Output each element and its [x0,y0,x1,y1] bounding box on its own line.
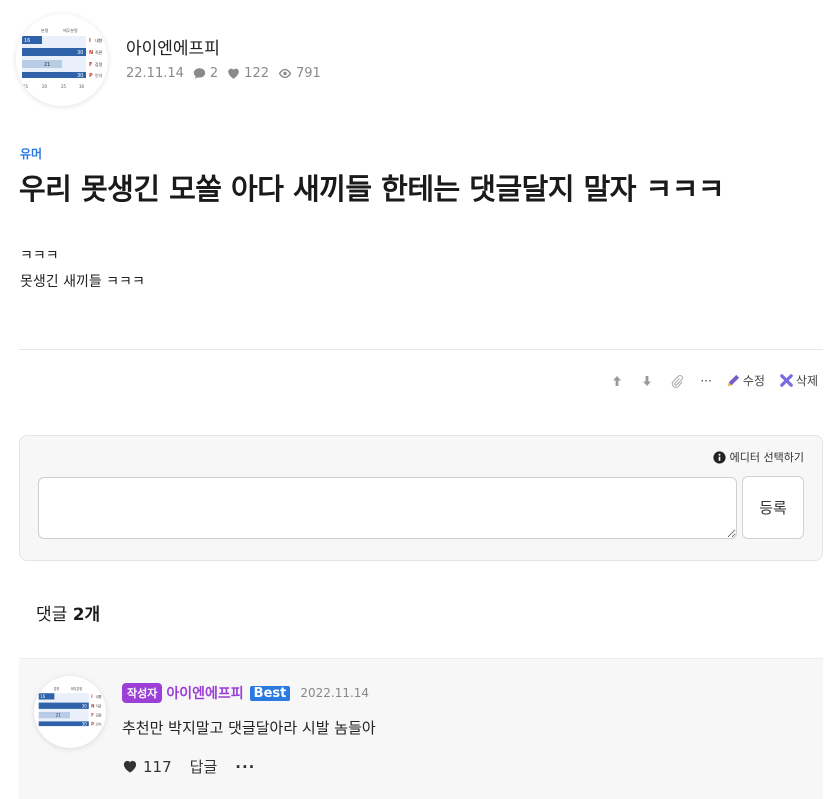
svg-text:직관: 직관 [95,49,103,55]
comment-count: 2 [193,66,218,81]
svg-text:감정: 감정 [96,713,102,718]
svg-text:30: 30 [82,703,87,708]
svg-text:내향: 내향 [95,37,103,43]
comments-heading-count: 2개 [72,605,101,625]
comment-bubble-icon [193,68,206,79]
post-date: 22.11.14 [126,66,184,81]
svg-text:P: P [91,721,94,726]
post-title: 우리 못생긴 모쏠 아다 새끼들 한테는 댓글달지 말자 ㅋㅋㅋ [19,172,725,206]
post-body-line: ㅋㅋㅋ [20,248,59,264]
avatar-value-1: 16 [24,38,30,44]
svg-text:내향: 내향 [96,694,102,699]
post-actions-toolbar: ··· 수정 삭제 [596,372,818,389]
submit-comment-button[interactable]: 등록 [742,476,804,539]
svg-text:직관: 직관 [96,703,102,708]
eye-icon [278,68,292,79]
view-count: 791 [278,66,321,81]
comments-heading-prefix: 댓글 [36,605,68,625]
svg-text:21: 21 [56,713,61,718]
comment-like-count: 117 [143,757,172,776]
avatar-header-2: 애무분명 [63,27,78,33]
attach-button[interactable] [670,374,686,388]
post-body-line: 못생긴 새끼들 ㅋㅋㅋ [20,274,145,290]
reply-button[interactable]: 답글 [190,756,218,777]
info-icon [713,450,726,464]
svg-text:N: N [91,703,94,708]
avatar-header-1: 분명 [41,27,49,33]
post-author-name[interactable]: 아이엔에프피 [126,34,220,59]
comments-heading: 댓글 2개 [36,600,100,625]
avatar-value-4: 30 [77,73,83,79]
avatar-value-2: 30 [77,50,83,56]
arrow-up-icon [613,375,622,386]
comment-text: 추천만 박지말고 댓글달아라 시발 놈들아 [122,719,376,737]
comment-form: 에디터 선택하기 등록 [19,435,823,561]
heart-icon [228,68,239,79]
best-badge: Best [249,685,291,701]
svg-text:30: 30 [79,84,85,89]
author-badge: 작성자 [122,683,163,703]
downvote-button[interactable] [640,374,656,388]
mbti-chart-avatar-image: 분명 애무분명 16 30 21 30 I 내향 N 직관 F 감정 P 인식 [38,686,102,726]
author-avatar[interactable]: 분명 애무분명 16 30 21 30 I 내향 N 직관 F 감정 P 인식 … [16,14,108,106]
upvote-button[interactable] [610,374,626,388]
svg-text:P: P [89,73,93,79]
svg-text:분명: 분명 [54,686,60,691]
svg-text:16: 16 [40,694,45,699]
arrow-down-icon [643,375,652,386]
comment-actions: 117 답글 ··· [122,756,255,777]
like-count-value: 122 [244,66,269,81]
svg-text:I: I [89,38,91,44]
edit-button[interactable]: 수정 [726,372,765,389]
view-count-value: 791 [296,66,321,81]
comment-header: 작성자 아이엔에프피 Best 2022.11.14 [122,683,369,703]
svg-text:I: I [91,694,93,699]
delete-label: 삭제 [795,374,818,388]
comment-count-value: 2 [209,66,219,81]
comment-date: 2022.11.14 [300,686,370,700]
commenter-name[interactable]: 아이엔에프피 [166,683,243,703]
svg-text:인식: 인식 [95,72,103,78]
avatar-value-3: 21 [44,62,50,68]
cross-mark-icon [780,374,793,387]
editor-select-button[interactable]: 에디터 선택하기 [713,449,804,465]
svg-text:애무분명: 애무분명 [71,686,83,691]
editor-select-label: 에디터 선택하기 [729,451,804,464]
heart-icon [123,760,137,773]
divider [19,349,823,350]
paperclip-icon [672,374,684,388]
svg-text:F: F [89,62,92,68]
comment-input[interactable] [38,477,737,539]
mbti-chart-avatar-image: 분명 애무분명 16 30 21 30 I 내향 N 직관 F 감정 P 인식 … [22,27,103,89]
svg-text:감정: 감정 [95,61,103,67]
svg-text:인식: 인식 [96,721,102,726]
svg-text:30: 30 [82,721,87,726]
like-count: 122 [227,66,269,81]
pencil-icon [727,374,739,387]
commenter-avatar[interactable]: 분명 애무분명 16 30 21 30 I 내향 N 직관 F 감정 P 인식 [34,676,106,748]
more-button[interactable]: ··· [700,374,711,388]
svg-text:20: 20 [42,84,48,89]
svg-text:15: 15 [23,84,29,89]
edit-label: 수정 [742,374,765,388]
svg-text:F: F [91,713,94,718]
delete-button[interactable]: 삭제 [779,372,818,389]
svg-text:N: N [89,50,93,56]
svg-text:25: 25 [61,84,67,89]
comment-more-button[interactable]: ··· [235,758,255,776]
comment-like-button[interactable]: 117 [122,758,172,776]
post-category[interactable]: 유머 [20,145,42,162]
post-meta: 22.11.14 2 122 791 [126,66,330,81]
